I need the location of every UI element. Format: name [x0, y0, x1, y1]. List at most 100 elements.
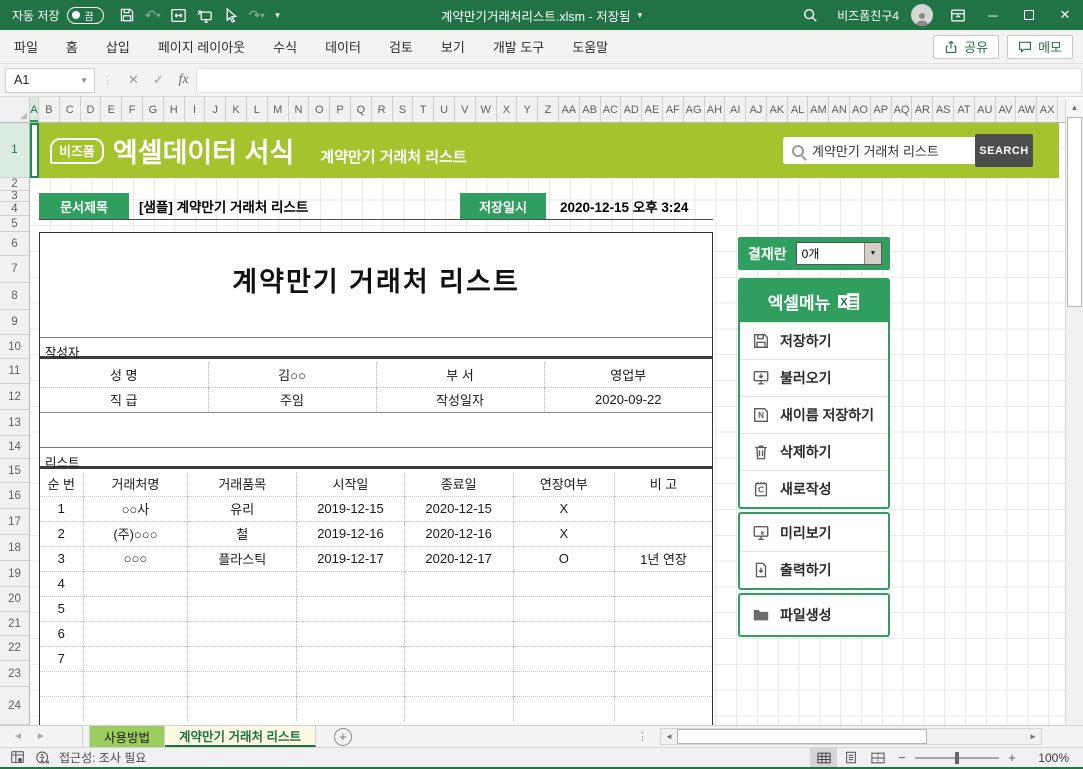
list-cell[interactable] — [614, 620, 712, 646]
row-header-9[interactable]: 9 — [0, 310, 29, 335]
list-cell[interactable] — [82, 595, 188, 621]
list-cell[interactable]: O — [512, 545, 615, 571]
vertical-scrollbar[interactable]: ▲ — [1065, 99, 1083, 725]
list-cell[interactable]: 2020-12-15 — [403, 495, 514, 521]
banner-search-button[interactable]: SEARCH — [975, 134, 1033, 167]
column-header-AB[interactable]: AB — [579, 97, 601, 122]
zoom-slider[interactable] — [915, 751, 999, 764]
list-cell[interactable] — [512, 620, 615, 646]
zoom-out-button[interactable]: − — [891, 750, 913, 765]
horizontal-scrollbar[interactable]: ◄ ► — [660, 728, 1042, 745]
list-cell[interactable]: 플라스틱 — [187, 545, 297, 571]
search-button[interactable] — [793, 0, 827, 30]
ribbon-tab-1[interactable]: 파일 — [0, 30, 52, 63]
minimize-button[interactable]: ─ — [975, 0, 1011, 30]
column-header-I[interactable]: I — [184, 97, 206, 122]
column-header-V[interactable]: V — [454, 97, 476, 122]
list-cell[interactable] — [403, 570, 514, 596]
column-header-O[interactable]: O — [309, 97, 331, 122]
list-cell[interactable] — [40, 670, 83, 696]
column-header-AE[interactable]: AE — [642, 97, 663, 122]
column-header-F[interactable]: F — [122, 97, 143, 122]
insert-function-button[interactable]: fx — [171, 68, 196, 93]
list-cell[interactable] — [512, 695, 615, 721]
row-header-8[interactable]: 8 — [0, 283, 29, 310]
autosave-toggle[interactable]: 끔 — [66, 6, 104, 24]
menu-item-new[interactable]: C 새로작성 — [740, 470, 888, 507]
list-cell[interactable] — [614, 495, 712, 521]
column-header-AF[interactable]: AF — [662, 97, 684, 122]
list-cell[interactable]: 4 — [40, 570, 83, 596]
custom-macro-button-2[interactable] — [192, 1, 218, 29]
list-cell[interactable] — [403, 620, 514, 646]
list-cell[interactable] — [187, 645, 297, 671]
column-header-AR[interactable]: AR — [912, 97, 934, 122]
column-header-AX[interactable]: AX — [1037, 97, 1059, 122]
list-cell[interactable]: 2019-12-16 — [296, 520, 405, 546]
column-header-J[interactable]: J — [205, 97, 227, 122]
list-cell[interactable] — [614, 520, 712, 546]
ribbon-tab-6[interactable]: 데이터 — [311, 30, 375, 63]
list-cell[interactable] — [187, 620, 297, 646]
page-layout-view-button[interactable] — [837, 748, 864, 767]
normal-view-button[interactable] — [810, 748, 837, 767]
list-cell[interactable] — [187, 595, 297, 621]
column-header-M[interactable]: M — [267, 97, 289, 122]
name-box[interactable]: A1 ▼ — [5, 67, 95, 93]
column-header-AT[interactable]: AT — [954, 97, 975, 122]
row-header-10[interactable]: 10 — [0, 335, 29, 359]
list-cell[interactable] — [296, 595, 405, 621]
list-cell[interactable] — [512, 570, 615, 596]
row-header-17[interactable]: 17 — [0, 509, 29, 535]
select-all-corner[interactable]: ◢ — [0, 97, 30, 122]
column-header-U[interactable]: U — [434, 97, 455, 122]
title-chevron-icon[interactable]: ▾ — [638, 10, 643, 21]
scroll-right-arrow[interactable]: ► — [1025, 729, 1041, 744]
column-header-H[interactable]: H — [163, 97, 185, 122]
row-header-11[interactable]: 11 — [0, 359, 29, 384]
author-cell[interactable]: 주임 — [207, 386, 376, 412]
row-header-15[interactable]: 15 — [0, 459, 29, 483]
column-header-D[interactable]: D — [80, 97, 102, 122]
menu-item-delete[interactable]: 삭제하기 — [740, 433, 888, 470]
column-header-AP[interactable]: AP — [870, 97, 892, 122]
author-cell[interactable]: 직 급 — [40, 386, 208, 412]
list-cell[interactable] — [187, 670, 297, 696]
row-header-19[interactable]: 19 — [0, 561, 29, 587]
sheet[interactable]: 비즈폼 엑셀데이터 서식 계약만기 거래처 리스트 계약만기 거래처 리스트 S… — [30, 123, 1065, 725]
formula-bar-handle[interactable]: ⋮ — [102, 74, 114, 87]
scrollbar-resize-handle[interactable]: ⋮ — [637, 730, 648, 743]
list-cell[interactable]: 2020-12-16 — [403, 520, 514, 546]
author-cell[interactable]: 작성일자 — [375, 386, 544, 412]
list-cell[interactable] — [403, 595, 514, 621]
undo-button[interactable]: ↶ ▾ — [140, 1, 166, 29]
list-cell[interactable] — [82, 670, 188, 696]
redo-button[interactable]: ↷ ▾ — [244, 1, 270, 29]
row-header-23[interactable]: 23 — [0, 661, 29, 687]
column-header-T[interactable]: T — [413, 97, 435, 122]
sheet-nav-left-icon[interactable]: ◄ — [13, 731, 23, 742]
menu-item-file-create[interactable]: 파일생성 — [740, 595, 888, 635]
column-header-Q[interactable]: Q — [350, 97, 372, 122]
row-header-14[interactable]: 14 — [0, 436, 29, 459]
user-name[interactable]: 비즈폼친구4 — [837, 7, 899, 24]
maximize-button[interactable] — [1011, 0, 1047, 30]
row-header-22[interactable]: 22 — [0, 636, 29, 661]
column-header-W[interactable]: W — [475, 97, 497, 122]
column-header-AW[interactable]: AW — [1016, 97, 1038, 122]
ribbon-tab-7[interactable]: 검토 — [375, 30, 427, 63]
column-header-L[interactable]: L — [246, 97, 268, 122]
list-cell[interactable] — [614, 670, 712, 696]
list-cell[interactable]: X — [512, 495, 615, 521]
list-cell[interactable] — [82, 695, 188, 721]
name-box-chevron-icon[interactable]: ▼ — [80, 76, 88, 85]
menu-item-load[interactable]: 불러오기 — [740, 359, 888, 396]
column-header-Z[interactable]: Z — [538, 97, 559, 122]
author-cell[interactable]: 부 서 — [375, 362, 544, 387]
ribbon-display-options-button[interactable] — [941, 0, 975, 30]
comments-button[interactable]: 메모 — [1007, 34, 1073, 59]
column-header-R[interactable]: R — [371, 97, 393, 122]
author-cell[interactable]: 영업부 — [543, 362, 712, 387]
list-cell[interactable] — [82, 570, 188, 596]
ribbon-tab-3[interactable]: 삽입 — [92, 30, 144, 63]
